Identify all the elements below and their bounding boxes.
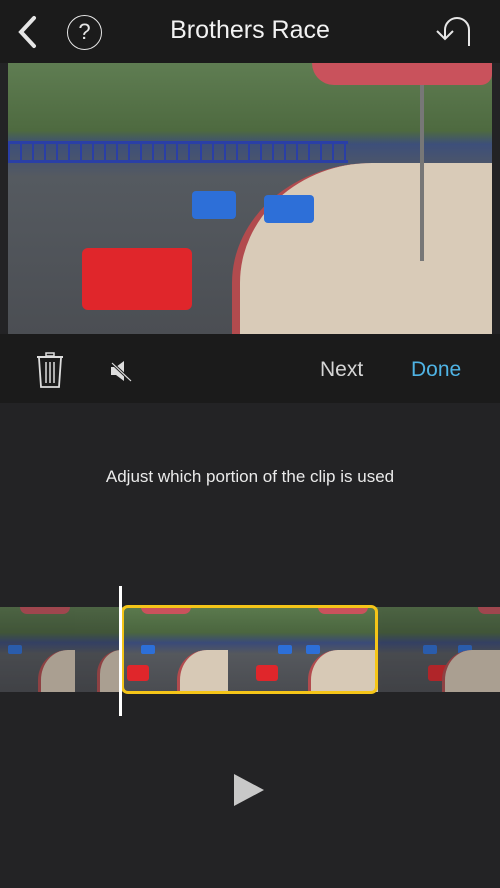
playhead[interactable]	[119, 586, 122, 716]
done-button[interactable]: Done	[411, 358, 461, 382]
sidewalk	[232, 163, 492, 334]
fence	[8, 141, 348, 163]
navigation-bar: ? Brothers Race	[0, 0, 500, 63]
trim-selection-handle[interactable]	[121, 605, 378, 694]
trim-hint: Adjust which portion of the clip is used	[105, 467, 395, 486]
clip-toolbar: Next Done	[0, 334, 500, 403]
umbrella	[312, 63, 492, 85]
delete-button[interactable]	[36, 352, 64, 388]
blue-car	[192, 191, 236, 219]
mute-button[interactable]	[110, 360, 132, 382]
play-button[interactable]	[234, 774, 264, 806]
filmstrip-frame	[75, 607, 121, 692]
project-title: Brothers Race	[170, 16, 330, 44]
umbrella-pole	[420, 81, 424, 261]
red-car	[82, 248, 192, 310]
undo-button[interactable]	[432, 16, 474, 48]
blue-car	[264, 195, 314, 223]
filmstrip-frame	[378, 607, 500, 692]
video-preview[interactable]	[8, 63, 492, 334]
filmstrip-frame	[0, 607, 75, 692]
next-button[interactable]: Next	[320, 358, 363, 382]
